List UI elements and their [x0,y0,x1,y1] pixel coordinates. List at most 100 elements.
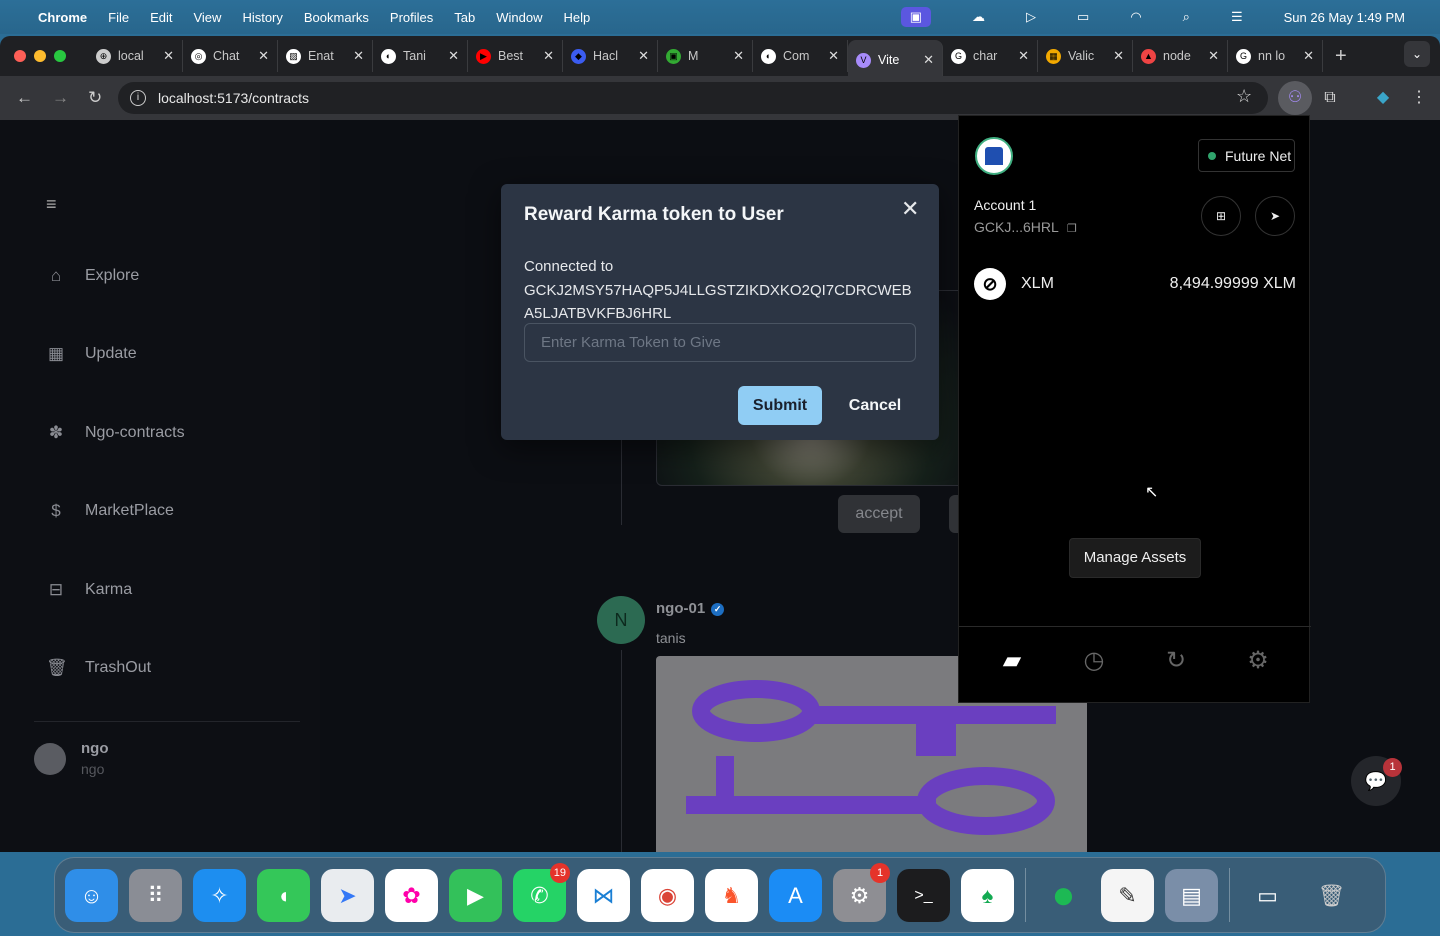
site-info-icon[interactable]: i [130,90,146,106]
accept-button[interactable]: accept [838,495,920,533]
hamburger-menu-icon[interactable]: ≡ [46,194,57,215]
menu-tab[interactable]: Tab [454,10,475,25]
tab-local[interactable]: ⊕ local ✕ [88,40,183,72]
tab-search-button[interactable]: ⌄ [1404,41,1430,67]
finder-icon[interactable]: ☺ [65,868,118,922]
wallet-icon[interactable]: ▰ [997,646,1027,676]
tab-m[interactable]: ▣ M ✕ [658,40,753,72]
tab-close-icon[interactable]: ✕ [1208,48,1219,64]
whatsapp-icon[interactable]: ✆ 19 [513,862,570,922]
minimize-window-button[interactable] [34,50,46,62]
tab-close-icon[interactable]: ✕ [1018,48,1029,64]
extensions-icon[interactable]: ⧉ [1313,81,1347,115]
address-bar[interactable]: i localhost:5173/contracts [118,82,1268,114]
cancel-button[interactable]: Cancel [836,386,914,425]
tab-close-icon[interactable]: ✕ [828,48,839,64]
tab-close-icon[interactable]: ✕ [1303,48,1314,64]
menu-bookmarks[interactable]: Bookmarks [304,10,369,25]
user-profile[interactable]: ngo ngo [34,740,109,777]
new-tab-button[interactable]: + [1335,45,1347,68]
chrome-menu-icon[interactable]: ⋮ [1402,81,1436,115]
back-icon[interactable]: ← [16,88,36,108]
menu-help[interactable]: Help [564,10,591,25]
tab-close-icon[interactable]: ✕ [1113,48,1124,64]
tab-valic[interactable]: ▦ Valic ✕ [1038,40,1133,72]
tab-vite[interactable]: V Vite ✕ [848,40,943,80]
tab-close-icon[interactable]: ✕ [543,48,554,64]
tab-close-icon[interactable]: ✕ [733,48,744,64]
system-settings-icon[interactable]: ⚙ 1 [833,862,890,922]
reload-icon[interactable]: ↻ [88,88,108,108]
play-icon[interactable]: ▷ [1026,9,1036,25]
preview-icon[interactable]: ▤ [1165,868,1218,922]
maps-icon[interactable]: ➤ [321,868,374,922]
network-selector[interactable]: Future Net [1198,139,1295,172]
menu-app-name[interactable]: Chrome [38,10,87,25]
menu-view[interactable]: View [193,10,221,25]
manage-assets-button[interactable]: Manage Assets [1069,538,1201,578]
vscode-icon[interactable]: ⋈ [577,868,630,922]
submit-button[interactable]: Submit [738,386,822,425]
brave-icon[interactable]: ♞ [705,868,758,922]
tab-tani[interactable]: ◐ Tani ✕ [373,40,468,72]
sidebar-item-karma[interactable]: ⊟ Karma [46,580,132,600]
tab-close-icon[interactable]: ✕ [163,48,174,64]
profile-icon[interactable]: ◆ [1366,81,1400,115]
sidebar-item-ngo-contracts[interactable]: ✽ Ngo-contracts [46,423,185,443]
freighter-extension-icon[interactable]: ⚇ [1278,81,1312,115]
menu-edit[interactable]: Edit [150,10,172,25]
tab-close-icon[interactable]: ✕ [258,48,269,64]
chrome-icon[interactable]: ◉ [641,868,694,922]
zoom-window-button[interactable] [54,50,66,62]
forward-icon[interactable]: → [52,88,72,108]
safari-icon[interactable]: ✧ [193,868,246,922]
tab-best[interactable]: ▶ Best ✕ [468,40,563,72]
search-icon[interactable]: ⌕ [1183,9,1190,25]
tab-close-icon[interactable]: ✕ [448,48,459,64]
tab-nn-lo[interactable]: Gnn lo ✕ [1228,40,1323,72]
facetime-icon[interactable]: ▶ [449,868,502,922]
trash-icon[interactable]: 🗑 [1305,869,1358,922]
menu-history[interactable]: History [242,10,282,25]
close-window-button[interactable] [14,50,26,62]
app-store-icon[interactable]: A [769,868,822,922]
tab-com[interactable]: ◐ Com ✕ [753,40,848,72]
sidebar-item-marketplace[interactable]: $ MarketPlace [46,501,174,521]
swap-icon[interactable]: ↻ [1161,646,1191,676]
wifi-icon[interactable]: ◠ [1130,9,1141,25]
sidebar-item-trashout[interactable]: 🗑 TrashOut [46,658,151,678]
send-button[interactable]: ➤ [1255,196,1295,236]
close-icon[interactable]: ✕ [901,196,919,222]
sidebar-item-explore[interactable]: ⌂ Explore [46,266,139,286]
tab-hacl[interactable]: ◆ Hacl ✕ [563,40,658,72]
clock[interactable]: Sun 26 May 1:49 PM [1284,10,1405,25]
account-avatar[interactable] [975,137,1013,175]
tab-close-icon[interactable]: ✕ [353,48,364,64]
tab-chat[interactable]: ◎ Chat ✕ [183,40,278,72]
menu-window[interactable]: Window [496,10,542,25]
asset-row[interactable]: ⊘ XLM 8,494.99999 XLM [974,268,1296,300]
control-center-icon[interactable]: ☰ [1231,9,1243,25]
mongodb-compass-icon[interactable]: ♠ [961,868,1014,922]
menu-file[interactable]: File [108,10,129,25]
spotify-icon[interactable]: ● [1037,869,1090,922]
karma-token-input[interactable] [524,323,916,362]
textedit-icon[interactable]: ✎ [1101,868,1154,922]
bookmark-star-icon[interactable]: ☆ [1236,86,1252,107]
downloads-stack-icon[interactable]: ▭ [1241,869,1294,922]
weather-icon[interactable]: ☁ [972,9,985,25]
tab-close-icon[interactable]: ✕ [638,48,649,64]
copy-icon[interactable]: ❐ [1067,223,1077,235]
menu-profiles[interactable]: Profiles [390,10,433,25]
messages-icon[interactable]: ◖ [257,868,310,922]
sidebar-item-update[interactable]: ▦ Update [46,344,137,364]
url-text[interactable]: localhost:5173/contracts [158,90,309,106]
photos-icon[interactable]: ✿ [385,868,438,922]
settings-icon[interactable]: ⚙ [1243,646,1273,676]
qr-code-button[interactable]: ⊞ [1201,196,1241,236]
battery-icon[interactable]: ▭ [1077,9,1089,25]
tab-node[interactable]: ▲ node ✕ [1133,40,1228,72]
account-name[interactable]: Account 1 [974,197,1036,213]
terminal-icon[interactable]: >_ [897,868,950,922]
launchpad-icon[interactable]: ⠿ [129,868,182,922]
